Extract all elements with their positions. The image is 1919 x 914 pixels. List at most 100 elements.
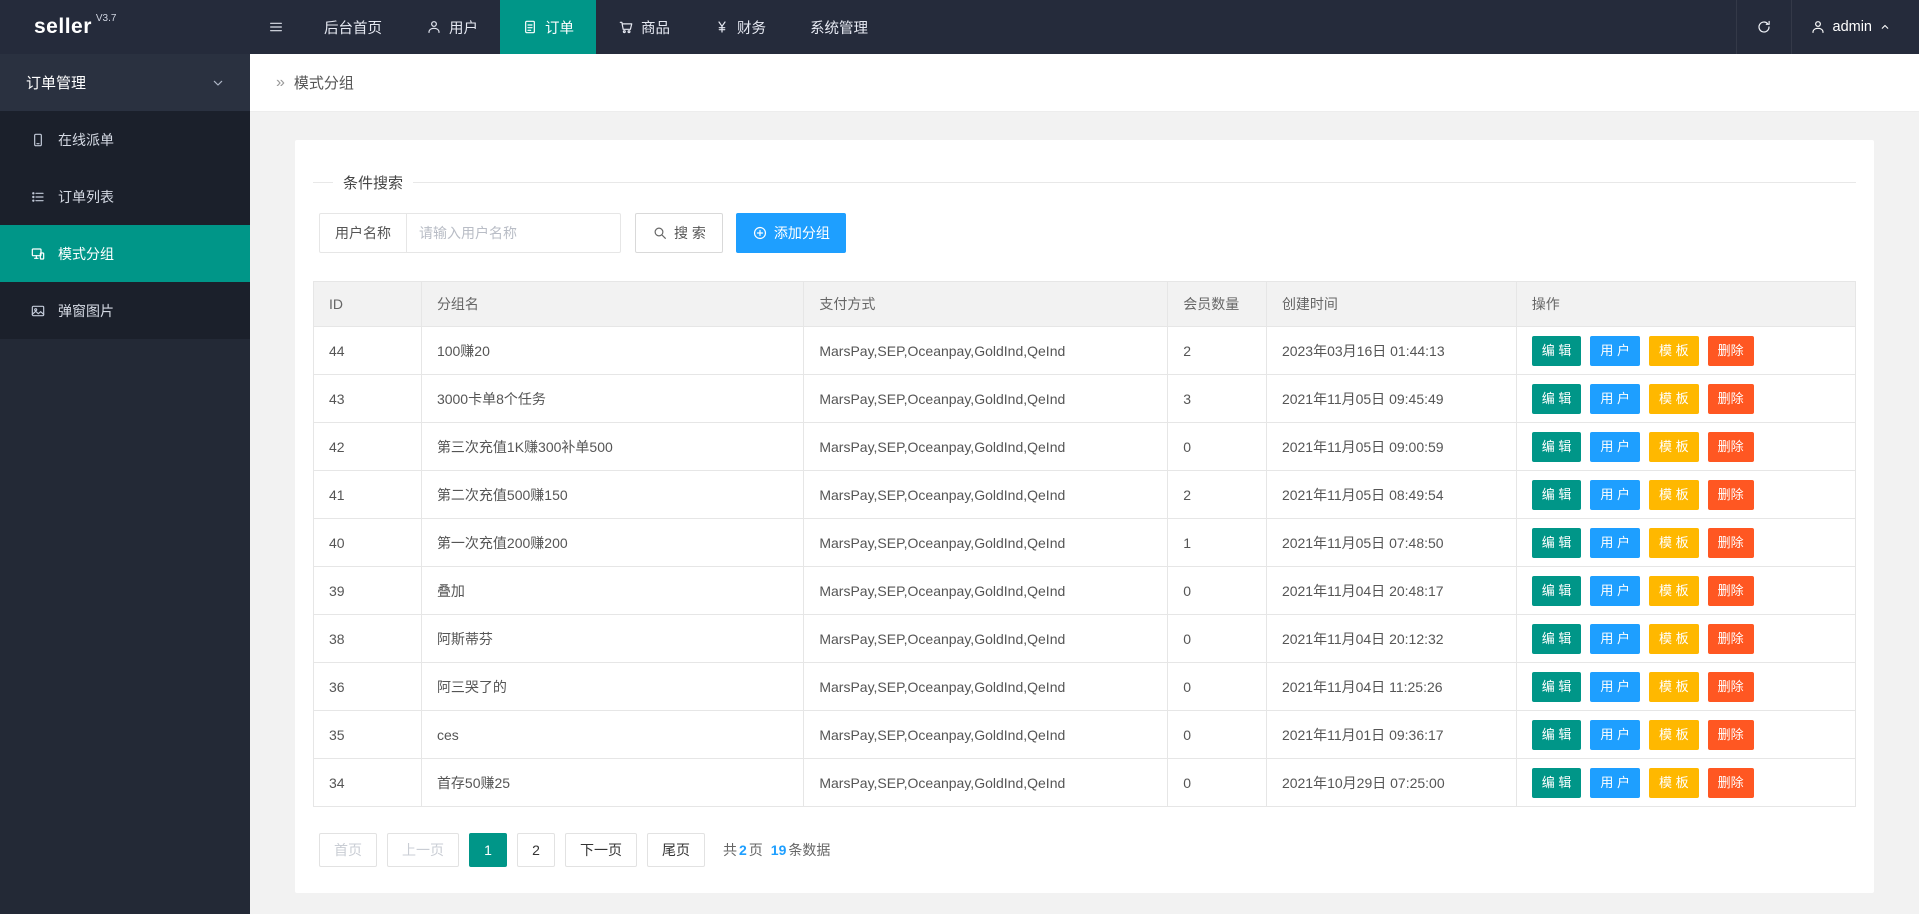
delete-button[interactable]: 删除: [1708, 576, 1754, 606]
delete-button[interactable]: 删除: [1708, 624, 1754, 654]
chevron-down-icon: [210, 75, 226, 91]
template-button[interactable]: 模 板: [1649, 528, 1699, 558]
refresh-button[interactable]: [1736, 0, 1792, 54]
edit-button[interactable]: 编 辑: [1532, 768, 1582, 798]
sidebar-item-mode-group[interactable]: 模式分组: [0, 225, 250, 282]
cell-members: 1: [1168, 519, 1267, 567]
search-button[interactable]: 搜 索: [635, 213, 723, 253]
brand: seller V3.7: [0, 0, 250, 54]
edit-button[interactable]: 编 辑: [1532, 624, 1582, 654]
pagination: 首页上一页12下一页尾页 共2页19条数据: [319, 833, 1856, 867]
template-button[interactable]: 模 板: [1649, 672, 1699, 702]
page-button-page-2[interactable]: 2: [517, 833, 555, 867]
cell-actions: 编 辑用 户模 板删除: [1516, 567, 1855, 615]
username-field-label: 用户名称: [319, 213, 407, 253]
content-card: 条件搜索 用户名称 搜 索 添加分组 ID分组名支付方式会员数量创建时间操作: [295, 140, 1874, 893]
edit-button[interactable]: 编 辑: [1532, 528, 1582, 558]
cell-members: 0: [1168, 711, 1267, 759]
template-button[interactable]: 模 板: [1649, 384, 1699, 414]
sidebar-item-order-list[interactable]: 订单列表: [0, 168, 250, 225]
cell-actions: 编 辑用 户模 板删除: [1516, 423, 1855, 471]
topbar-right: admin: [1736, 0, 1919, 54]
user-button[interactable]: 用 户: [1590, 336, 1640, 366]
cell-members: 2: [1168, 471, 1267, 519]
person-icon: [1810, 19, 1826, 35]
summary-total-pages: 2: [739, 842, 747, 858]
user-button[interactable]: 用 户: [1590, 672, 1640, 702]
delete-button[interactable]: 删除: [1708, 480, 1754, 510]
topnav-item-finance[interactable]: 财务: [692, 0, 788, 54]
page-button-next[interactable]: 下一页: [565, 833, 637, 867]
delete-button[interactable]: 删除: [1708, 336, 1754, 366]
table-row: 41第二次充值500赚150MarsPay,SEP,Oceanpay,GoldI…: [314, 471, 1856, 519]
template-button[interactable]: 模 板: [1649, 576, 1699, 606]
brand-version: V3.7: [96, 13, 117, 24]
yen-icon: [714, 19, 730, 35]
topnav-item-order[interactable]: 订单: [500, 0, 596, 54]
topnav-item-label: 财务: [737, 17, 766, 38]
user-button[interactable]: 用 户: [1590, 384, 1640, 414]
template-button[interactable]: 模 板: [1649, 432, 1699, 462]
hamburger-icon[interactable]: [250, 0, 302, 54]
edit-button[interactable]: 编 辑: [1532, 384, 1582, 414]
cell-actions: 编 辑用 户模 板删除: [1516, 759, 1855, 807]
topnav-item-home[interactable]: 后台首页: [302, 0, 404, 54]
sidebar-item-label: 订单列表: [58, 187, 114, 207]
template-button[interactable]: 模 板: [1649, 720, 1699, 750]
template-button[interactable]: 模 板: [1649, 336, 1699, 366]
cell-members: 0: [1168, 663, 1267, 711]
user-button[interactable]: 用 户: [1590, 432, 1640, 462]
top-nav: 后台首页用户订单商品 财务 系统管理: [302, 0, 890, 54]
person-icon: [426, 19, 442, 35]
cell-created: 2023年03月16日 01:44:13: [1266, 327, 1516, 375]
sidebar-item-popup-image[interactable]: 弹窗图片: [0, 282, 250, 339]
edit-button[interactable]: 编 辑: [1532, 720, 1582, 750]
page-button-first: 首页: [319, 833, 377, 867]
user-button[interactable]: 用 户: [1590, 768, 1640, 798]
template-button[interactable]: 模 板: [1649, 480, 1699, 510]
image-icon: [30, 303, 46, 319]
menu-toggle-icon: [268, 19, 284, 35]
sidebar-item-online-dispatch[interactable]: 在线派单: [0, 111, 250, 168]
edit-button[interactable]: 编 辑: [1532, 480, 1582, 510]
user-button[interactable]: 用 户: [1590, 528, 1640, 558]
delete-button[interactable]: 删除: [1708, 432, 1754, 462]
cell-actions: 编 辑用 户模 板删除: [1516, 615, 1855, 663]
topnav-item-user[interactable]: 用户: [404, 0, 500, 54]
cell-id: 43: [314, 375, 422, 423]
pagination-buttons: 首页上一页12下一页尾页: [319, 833, 715, 867]
sidebar-group-order-management[interactable]: 订单管理: [0, 54, 250, 111]
delete-button[interactable]: 删除: [1708, 768, 1754, 798]
user-button[interactable]: 用 户: [1590, 576, 1640, 606]
add-group-button-label: 添加分组: [774, 223, 830, 243]
user-menu[interactable]: admin: [1792, 0, 1919, 54]
search-fieldset: 条件搜索: [313, 172, 1856, 193]
column-header: 会员数量: [1168, 282, 1267, 327]
user-button[interactable]: 用 户: [1590, 624, 1640, 654]
delete-button[interactable]: 删除: [1708, 720, 1754, 750]
page-button-last[interactable]: 尾页: [647, 833, 705, 867]
template-button[interactable]: 模 板: [1649, 624, 1699, 654]
add-group-button[interactable]: 添加分组: [736, 213, 846, 253]
refresh-icon: [1756, 19, 1772, 35]
cell-pay: MarsPay,SEP,Oceanpay,GoldInd,QeInd: [804, 711, 1168, 759]
page-button-page-1[interactable]: 1: [469, 833, 507, 867]
topnav-item-system[interactable]: 系统管理: [788, 0, 890, 54]
sidebar-group-label: 订单管理: [26, 72, 86, 93]
user-button[interactable]: 用 户: [1590, 480, 1640, 510]
edit-button[interactable]: 编 辑: [1532, 672, 1582, 702]
edit-button[interactable]: 编 辑: [1532, 336, 1582, 366]
edit-button[interactable]: 编 辑: [1532, 576, 1582, 606]
template-button[interactable]: 模 板: [1649, 768, 1699, 798]
delete-button[interactable]: 删除: [1708, 528, 1754, 558]
cell-pay: MarsPay,SEP,Oceanpay,GoldInd,QeInd: [804, 423, 1168, 471]
cell-pay: MarsPay,SEP,Oceanpay,GoldInd,QeInd: [804, 663, 1168, 711]
topnav-item-goods[interactable]: 商品: [596, 0, 692, 54]
delete-button[interactable]: 删除: [1708, 672, 1754, 702]
edit-button[interactable]: 编 辑: [1532, 432, 1582, 462]
cell-pay: MarsPay,SEP,Oceanpay,GoldInd,QeInd: [804, 375, 1168, 423]
delete-button[interactable]: 删除: [1708, 384, 1754, 414]
username-input[interactable]: [406, 213, 621, 253]
cell-created: 2021年10月29日 07:25:00: [1266, 759, 1516, 807]
user-button[interactable]: 用 户: [1590, 720, 1640, 750]
